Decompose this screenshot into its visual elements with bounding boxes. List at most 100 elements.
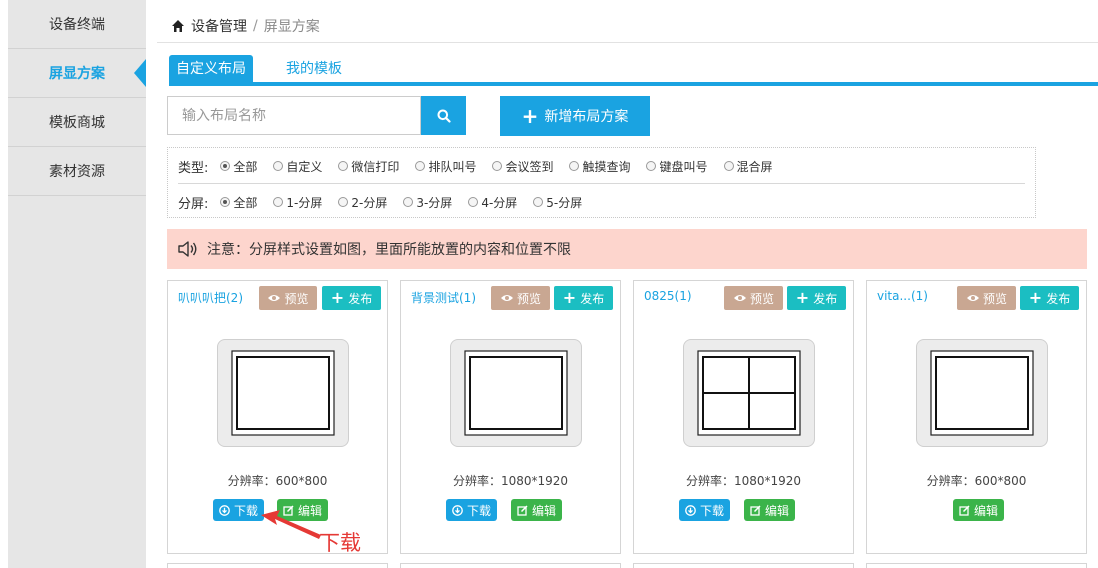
edit-icon: [959, 504, 970, 516]
publish-button[interactable]: + 发布: [322, 286, 381, 310]
resolution-text: 分辨率：600*800: [926, 474, 1027, 488]
plus-icon: +: [562, 288, 577, 307]
plus-icon: +: [1028, 288, 1043, 307]
option-label: 1-分屏: [286, 195, 323, 210]
annotation-arrow-icon: [261, 510, 321, 539]
resolution-text: 分辨率：600*800: [227, 474, 328, 488]
radio-icon: [468, 197, 479, 207]
type-option-meeting[interactable]: 会议签到: [492, 158, 553, 175]
layout-card-partial: [167, 563, 388, 568]
download-button[interactable]: 下载: [679, 499, 730, 521]
add-layout-label: 新增布局方案: [544, 109, 629, 125]
filter-divider: [178, 183, 1025, 184]
edit-button[interactable]: 编辑: [511, 499, 562, 521]
sidebar: 设备终端 屏显方案 模板商城 素材资源: [8, 0, 146, 568]
publish-label: 发布: [813, 291, 838, 306]
radio-icon: [533, 197, 544, 207]
split-option-1[interactable]: 1-分屏: [273, 194, 322, 211]
split-option-4[interactable]: 4-分屏: [468, 194, 517, 211]
card-title[interactable]: vita...(1): [877, 289, 928, 303]
quad-screen-layout-icon: [697, 350, 801, 436]
type-option-touch[interactable]: 触摸查询: [569, 158, 630, 175]
publish-button[interactable]: + 发布: [554, 286, 613, 310]
sidebar-item-template-store[interactable]: 模板商城: [8, 98, 146, 147]
split-option-5[interactable]: 5-分屏: [533, 194, 582, 211]
breadcrumb-separator: /: [253, 18, 258, 34]
single-screen-layout-icon: [930, 350, 1034, 436]
download-button[interactable]: 下载: [446, 499, 497, 521]
option-label: 3-分屏: [416, 195, 453, 210]
preview-button[interactable]: 预览: [724, 286, 783, 310]
split-filter-row: 分屏: 全部 1-分屏 2-分屏 3-分屏 4-分屏 5-分屏: [178, 192, 598, 212]
split-option-all[interactable]: 全部: [220, 194, 257, 211]
radio-icon: [492, 161, 503, 171]
publish-button[interactable]: + 发布: [787, 286, 846, 310]
resolution-text: 分辨率：1080*1920: [685, 474, 802, 488]
type-option-queue[interactable]: 排队叫号: [415, 158, 476, 175]
card-title[interactable]: 背景测试(1): [411, 289, 476, 306]
preview-label: 预览: [284, 291, 309, 306]
layout-card-partial: [400, 563, 621, 568]
type-filter-label: 类型:: [178, 160, 209, 176]
home-icon: [172, 20, 184, 32]
split-option-2[interactable]: 2-分屏: [338, 194, 387, 211]
sidebar-item-label: 模板商城: [49, 115, 105, 131]
type-filter-row: 类型: 全部 自定义 微信打印 排队叫号 会议签到 触摸查询 键盘叫号 混合屏: [178, 156, 789, 176]
option-label: 2-分屏: [351, 195, 388, 210]
download-icon: [219, 504, 230, 516]
preview-button[interactable]: 预览: [491, 286, 550, 310]
publish-button[interactable]: + 发布: [1020, 286, 1079, 310]
edit-button[interactable]: 编辑: [953, 499, 1004, 521]
type-option-custom[interactable]: 自定义: [273, 158, 322, 175]
notice-banner: 注意：分屏样式设置如图，里面所能放置的内容和位置不限: [167, 229, 1087, 269]
eye-icon: [500, 295, 513, 301]
option-label: 混合屏: [736, 159, 773, 174]
radio-icon: [723, 161, 734, 171]
eye-icon: [733, 295, 746, 301]
preview-label: 预览: [982, 291, 1007, 306]
layout-card: 背景测试(1) 预览 + 发布 分辨率：1080*1920 下载 编辑: [400, 280, 621, 554]
layout-thumbnail: [217, 339, 349, 447]
add-layout-button[interactable]: + 新增布局方案: [500, 96, 650, 136]
notice-text: 注意：分屏样式设置如图，里面所能放置的内容和位置不限: [207, 242, 571, 258]
type-option-all[interactable]: 全部: [220, 158, 257, 175]
publish-label: 发布: [1046, 291, 1071, 306]
sidebar-item-label: 素材资源: [49, 164, 105, 180]
edit-label: 编辑: [973, 503, 998, 518]
publish-label: 发布: [348, 291, 373, 306]
card-title[interactable]: 叭叭叭把(2): [178, 289, 243, 306]
edit-button[interactable]: 编辑: [744, 499, 795, 521]
type-option-keyboard[interactable]: 键盘叫号: [646, 158, 708, 175]
download-label: 下载: [699, 503, 724, 518]
option-label: 4-分屏: [481, 195, 518, 210]
publish-label: 发布: [580, 291, 605, 306]
breadcrumb-current: 屏显方案: [263, 19, 320, 35]
option-label: 自定义: [286, 159, 323, 174]
preview-button[interactable]: 预览: [957, 286, 1016, 310]
type-option-mixed[interactable]: 混合屏: [723, 158, 773, 175]
tab-bar: 自定义布局 我的模板: [169, 55, 1098, 87]
card-title[interactable]: 0825(1): [644, 289, 692, 303]
option-label: 全部: [233, 159, 258, 174]
radio-icon: [338, 161, 349, 171]
sidebar-item-display-plan[interactable]: 屏显方案: [8, 49, 146, 98]
tab-my-templates[interactable]: 我的模板: [279, 55, 349, 84]
breadcrumb-home[interactable]: 设备管理: [191, 16, 247, 36]
preview-label: 预览: [516, 291, 541, 306]
sidebar-item-devices[interactable]: 设备终端: [8, 0, 146, 49]
active-indicator-icon: [134, 59, 146, 87]
preview-button[interactable]: 预览: [259, 286, 317, 310]
tab-custom-layout[interactable]: 自定义布局: [169, 55, 253, 84]
layout-thumbnail: [683, 339, 815, 447]
sidebar-item-materials[interactable]: 素材资源: [8, 147, 146, 196]
option-label: 5-分屏: [546, 195, 583, 210]
type-option-wechat-print[interactable]: 微信打印: [338, 158, 399, 175]
layout-card-partial: [866, 563, 1087, 568]
single-screen-layout-icon: [464, 350, 568, 436]
option-label: 排队叫号: [428, 159, 477, 174]
search-button[interactable]: [421, 96, 466, 135]
radio-icon: [646, 161, 657, 171]
split-option-3[interactable]: 3-分屏: [403, 194, 452, 211]
edit-icon: [517, 504, 528, 516]
search-input[interactable]: [167, 96, 421, 135]
